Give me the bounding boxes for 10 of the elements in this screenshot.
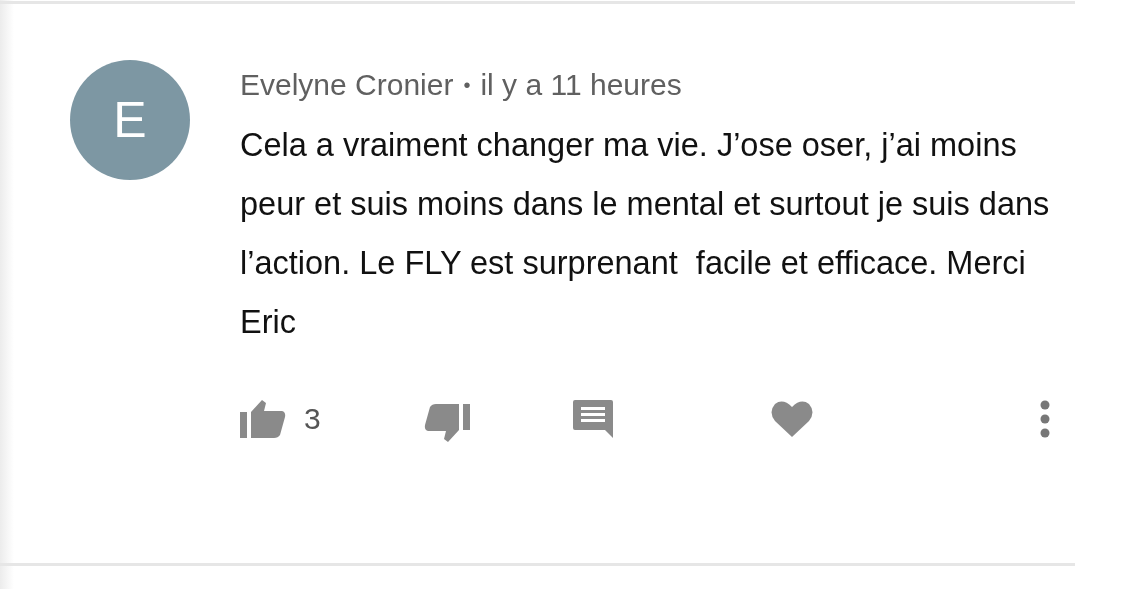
comment-text: Cela a vraiment changer ma vie. J’ose oser, j’ai moins peur et suis moins dans le mental et surtout je suis dans l’action. Le FLY est surprenant facile et efficace. Merci Eric xyxy=(240,126,1050,342)
author-name[interactable]: Evelyne Cronier xyxy=(240,68,454,102)
heart-button[interactable] xyxy=(770,400,813,438)
dislike-button[interactable] xyxy=(423,402,470,444)
like-button[interactable] xyxy=(240,398,286,440)
reply-button[interactable] xyxy=(571,398,614,440)
like-count: 3 xyxy=(304,402,321,436)
separator-dot: • xyxy=(463,73,471,97)
comment-time: il y a 11 heures xyxy=(480,68,682,102)
more-options-button[interactable] xyxy=(1040,400,1050,438)
